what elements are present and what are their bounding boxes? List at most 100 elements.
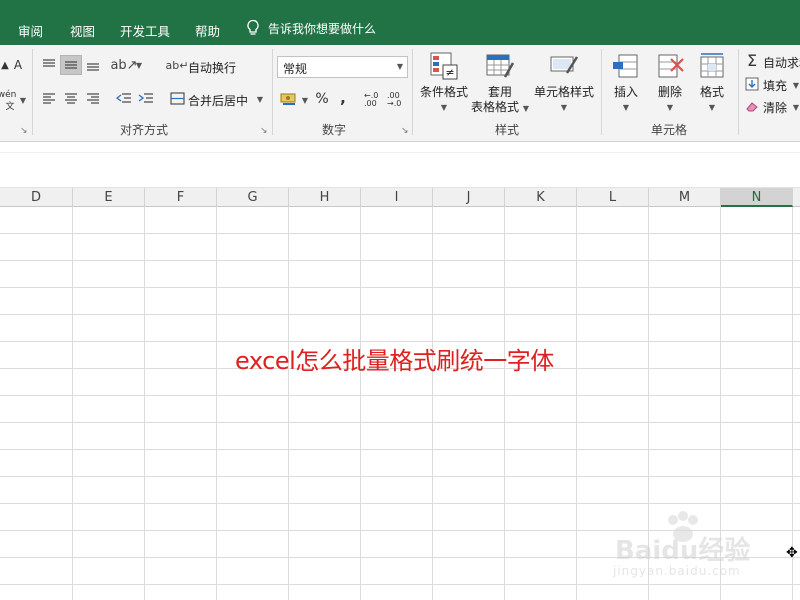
watermark-sub-text: jingyan.baidu.com bbox=[613, 564, 741, 578]
insert-cells-button[interactable]: 插入 ▼ bbox=[606, 51, 646, 115]
align-middle-icon[interactable] bbox=[60, 55, 82, 75]
format-as-table-label-2: 表格格式 bbox=[471, 100, 520, 114]
number-format-dropdown-icon[interactable]: ▼ bbox=[397, 62, 403, 71]
ribbon-tab-bar: 审阅 视图 开发工具 帮助 告诉我你想要做什么 bbox=[0, 8, 800, 45]
fill-icon[interactable] bbox=[744, 76, 760, 92]
ribbon: ▲ A wén 文 ▼ ↘ ab↗ ▼ ab↵ 自动换行 合并后居中 ▼ 对齐方… bbox=[0, 45, 800, 142]
ribbon-separator bbox=[738, 49, 739, 135]
watermark-main-text: Baidu经验 bbox=[615, 536, 751, 566]
tell-me-text: 告诉我你想要做什么 bbox=[268, 21, 377, 36]
column-header-n[interactable]: N bbox=[721, 188, 793, 207]
formula-divider bbox=[0, 152, 800, 153]
ribbon-separator bbox=[32, 49, 33, 135]
format-cells-dropdown-icon[interactable]: ▼ bbox=[692, 100, 732, 115]
ribbon-separator bbox=[412, 49, 413, 135]
comma-style-button[interactable]: , bbox=[337, 89, 349, 107]
align-center-icon[interactable] bbox=[62, 90, 80, 106]
format-cells-button[interactable]: 格式 ▼ bbox=[692, 51, 732, 115]
conditional-formatting-dropdown-icon[interactable]: ▼ bbox=[418, 100, 470, 115]
ribbon-separator bbox=[601, 49, 602, 135]
merge-center-button[interactable]: 合并后居中 bbox=[188, 92, 248, 109]
number-format-value: 常规 bbox=[283, 62, 308, 76]
delete-cells-button[interactable]: 删除 ▼ bbox=[650, 51, 690, 115]
column-header-m[interactable]: M bbox=[649, 188, 721, 207]
move-cursor-icon: ✥ bbox=[786, 545, 798, 561]
percent-button[interactable]: % bbox=[314, 90, 330, 108]
merge-center-dropdown-icon[interactable]: ▼ bbox=[255, 94, 265, 104]
conditional-formatting-button[interactable]: ≠ 条件格式 ▼ bbox=[418, 51, 470, 115]
decrease-decimal-button[interactable]: .00 →.0 bbox=[387, 91, 407, 109]
tab-view[interactable]: 视图 bbox=[70, 21, 95, 40]
cell-styles-label: 单元格样式 bbox=[533, 85, 594, 99]
align-bottom-icon[interactable] bbox=[84, 57, 102, 73]
wrap-text-icon[interactable]: ab↵ bbox=[166, 57, 189, 73]
cell-styles-dropdown-icon[interactable]: ▼ bbox=[531, 100, 597, 115]
conditional-formatting-label: 条件格式 bbox=[419, 85, 468, 99]
format-as-table-button[interactable]: 套用 表格格式 ▼ bbox=[470, 51, 530, 116]
ribbon-separator bbox=[272, 49, 273, 135]
insert-cells-dropdown-icon[interactable]: ▼ bbox=[606, 100, 646, 115]
increase-decimal-button[interactable]: ←.0 .00 bbox=[364, 91, 384, 109]
formula-bar-area bbox=[0, 142, 800, 188]
number-group-launcher-icon[interactable]: ↘ bbox=[401, 126, 409, 136]
phonetic-guide-char[interactable]: 文 bbox=[4, 99, 16, 112]
tab-help[interactable]: 帮助 bbox=[195, 21, 220, 40]
column-header-h[interactable]: H bbox=[289, 188, 361, 207]
delete-cells-dropdown-icon[interactable]: ▼ bbox=[650, 100, 690, 115]
autosum-button[interactable]: 自动求和 bbox=[763, 54, 800, 71]
format-as-table-label-1: 套用 bbox=[487, 85, 512, 99]
font-size-arrows-icon[interactable]: ▲ bbox=[0, 57, 10, 73]
conditional-formatting-icon: ≠ bbox=[430, 52, 458, 80]
tell-me-search[interactable]: 告诉我你想要做什么 bbox=[246, 17, 376, 39]
format-cells-label: 格式 bbox=[699, 85, 724, 99]
column-header-f[interactable]: F bbox=[145, 188, 217, 207]
wrap-text-button[interactable]: 自动换行 bbox=[188, 59, 236, 76]
alignment-group-launcher-icon[interactable]: ↘ bbox=[260, 126, 268, 136]
title-bar bbox=[0, 0, 800, 8]
align-left-icon[interactable] bbox=[40, 90, 58, 106]
column-header-k[interactable]: K bbox=[505, 188, 577, 207]
orientation-icon[interactable]: ab↗ bbox=[110, 56, 137, 74]
column-header-l[interactable]: L bbox=[577, 188, 649, 207]
format-as-table-icon bbox=[486, 54, 515, 78]
column-header-e[interactable]: E bbox=[73, 188, 145, 207]
column-header-d[interactable]: D bbox=[0, 188, 73, 207]
delete-cells-icon bbox=[658, 54, 684, 78]
align-right-icon[interactable] bbox=[84, 90, 102, 106]
cells-group-label: 单元格 bbox=[651, 123, 688, 137]
insert-cells-icon bbox=[613, 54, 638, 78]
clear-button[interactable]: 清除 bbox=[763, 99, 787, 116]
cell-styles-button[interactable]: 单元格样式 ▼ bbox=[531, 51, 597, 115]
styles-group-label: 样式 bbox=[495, 123, 520, 137]
baidu-watermark: Baidu经验 jingyan.baidu.com bbox=[585, 510, 785, 590]
autosum-icon[interactable]: Σ bbox=[744, 51, 760, 70]
accounting-format-icon[interactable] bbox=[279, 90, 299, 108]
font-size-label[interactable]: A bbox=[12, 57, 24, 73]
column-header-g[interactable]: G bbox=[217, 188, 289, 207]
cell-content-text[interactable]: excel怎么批量格式刷统一字体 bbox=[235, 341, 554, 376]
font-group-launcher-icon[interactable]: ↘ bbox=[20, 126, 28, 136]
number-group-label: 数字 bbox=[322, 123, 347, 137]
lightbulb-icon bbox=[247, 19, 259, 35]
delete-cells-label: 删除 bbox=[657, 85, 682, 99]
tab-review[interactable]: 审阅 bbox=[18, 21, 43, 40]
eraser-icon[interactable] bbox=[744, 98, 760, 114]
decrease-indent-icon[interactable] bbox=[114, 90, 134, 106]
clear-dropdown-icon[interactable]: ▼ bbox=[792, 102, 800, 112]
format-cells-icon bbox=[700, 53, 724, 78]
orientation-dropdown-icon[interactable]: ▼ bbox=[134, 60, 144, 70]
number-format-select[interactable]: 常规 ▼ bbox=[277, 56, 408, 78]
phonetic-dropdown-icon[interactable]: ▼ bbox=[18, 95, 28, 105]
column-header-i[interactable]: I bbox=[361, 188, 433, 207]
accounting-dropdown-icon[interactable]: ▼ bbox=[300, 95, 310, 105]
tab-developer[interactable]: 开发工具 bbox=[120, 21, 170, 40]
format-as-table-dropdown-icon[interactable]: ▼ bbox=[523, 104, 529, 113]
fill-dropdown-icon[interactable]: ▼ bbox=[792, 80, 800, 90]
column-header-j[interactable]: J bbox=[433, 188, 505, 207]
column-header-bar: D E F G H I J K L M N bbox=[0, 188, 800, 207]
align-top-icon[interactable] bbox=[40, 57, 58, 73]
fill-button[interactable]: 填充 bbox=[763, 77, 787, 94]
merge-center-icon[interactable] bbox=[168, 90, 186, 106]
increase-indent-icon[interactable] bbox=[136, 90, 156, 106]
alignment-group-label: 对齐方式 bbox=[120, 123, 169, 137]
